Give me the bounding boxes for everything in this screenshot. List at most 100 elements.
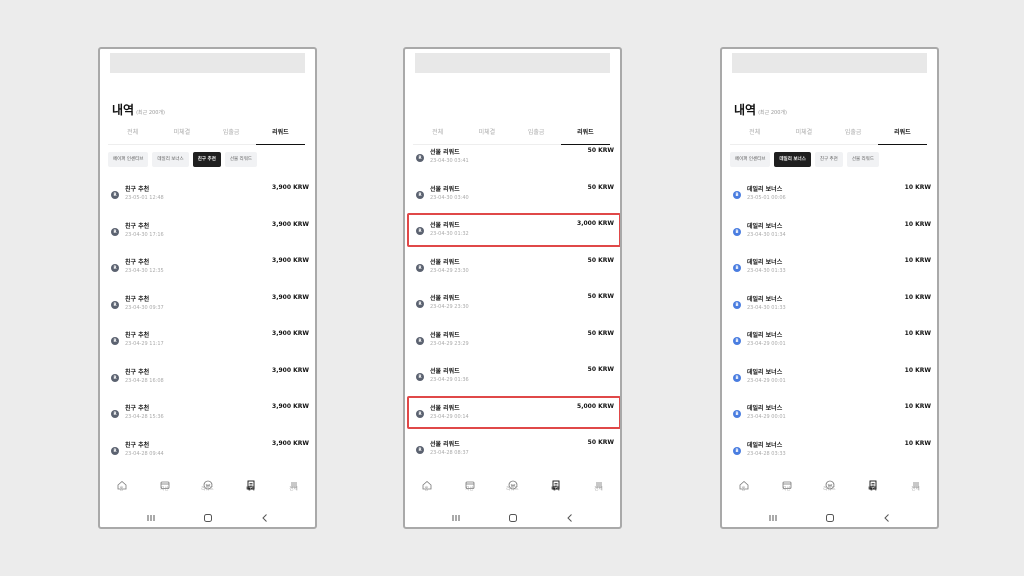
item-amount: 10 KRW: [904, 439, 931, 447]
reward-badge-icon: B: [733, 410, 741, 418]
filter-chip-3[interactable]: 선물 리워드: [846, 152, 879, 167]
nav-item-4[interactable]: 전체: [577, 471, 620, 501]
recent-apps-icon[interactable]: [450, 509, 462, 521]
home-button-icon[interactable]: [202, 509, 214, 522]
tab-0[interactable]: 전체: [108, 125, 158, 145]
reward-badge-icon: R: [111, 264, 119, 272]
tab-3[interactable]: 리워드: [255, 125, 305, 145]
reward-filter-chips: 페이퍼 인센티브 데일리 보너스 친구 추천 선물 리워드: [108, 152, 257, 167]
item-timestamp: 23-04-28 16:08: [125, 377, 164, 384]
recent-apps-icon[interactable]: [767, 509, 779, 521]
list-item[interactable]: R 선물 리워드 23-04-30 03:41 50 KRW: [413, 141, 614, 178]
nav-item-3[interactable]: 내역: [534, 471, 577, 501]
item-amount: 10 KRW: [904, 257, 931, 264]
history-list: R 친구 추천 23-05-01 12:48 3,900 KRW R 친구 추천 23-04…: [108, 178, 309, 470]
filter-chip-2[interactable]: 친구 추천: [192, 152, 221, 167]
list-item[interactable]: R 선물 리워드 23-04-29 23:29 50 KRW: [413, 324, 614, 361]
list-item[interactable]: R 선물 리워드 23-04-30 03:40 50 KRW: [413, 178, 614, 215]
item-timestamp: 23-04-29 00:01: [747, 341, 786, 347]
list-item[interactable]: R 선물 리워드 23-04-28 08:37 50 KRW: [413, 433, 614, 470]
tab-2[interactable]: 입출금: [206, 125, 256, 145]
list-item[interactable]: B 데일리 보너스 23-04-30 01:34 10 KRW: [730, 215, 931, 252]
reward-badge-icon: B: [733, 373, 741, 382]
nav-item-2[interactable]: 리워드: [808, 471, 851, 501]
nav-item-0[interactable]: 홈: [100, 471, 143, 501]
nav-item-3[interactable]: 내역: [229, 471, 272, 501]
list-item[interactable]: R 선물 리워드 23-04-29 23:30 50 KRW: [413, 251, 614, 288]
list-item[interactable]: R 선물 리워드 23-04-29 00:14 5,000 KRW: [407, 395, 620, 434]
list-item[interactable]: R 선물 리워드 23-04-29 01:36 50 KRW: [413, 360, 614, 397]
filter-chip-1[interactable]: 데일리 보너스: [774, 152, 811, 167]
item-timestamp: 23-04-28 08:37: [430, 450, 469, 456]
filter-chip-3[interactable]: 선물 리워드: [224, 152, 257, 167]
recent-apps-icon[interactable]: [145, 509, 157, 521]
list-item[interactable]: B 데일리 보너스 23-04-29 00:01 10 KRW: [730, 361, 931, 398]
list-item[interactable]: R 선물 리워드 23-04-30 01:32 3,000 KRW: [407, 213, 620, 251]
nav-item-2[interactable]: 리워드: [186, 471, 229, 501]
list-item[interactable]: B 데일리 보너스 23-04-30 01:33 10 KRW: [730, 288, 931, 325]
list-item[interactable]: R 친구 추천 23-04-30 09:37 3,900 KRW: [108, 288, 309, 325]
list-item[interactable]: R 선물 리워드 23-04-29 23:30 50 KRW: [413, 287, 614, 324]
nav-item-1[interactable]: 자산: [765, 471, 808, 501]
reward-badge-icon: R: [111, 227, 119, 236]
tab-3[interactable]: 리워드: [877, 125, 927, 145]
item-timestamp: 23-04-29 11:17: [125, 341, 164, 347]
item-timestamp: 23-04-29 00:14: [430, 413, 469, 420]
tab-1[interactable]: 미체결: [157, 125, 207, 145]
back-icon[interactable]: [259, 509, 271, 522]
filter-chip-0[interactable]: 페이퍼 인센티브: [108, 152, 149, 167]
item-title: 선물 리워드: [430, 185, 460, 193]
item-title: 데일리 보너스: [747, 186, 783, 193]
list-item[interactable]: R 친구 추천 23-04-28 16:08 3,900 KRW: [108, 361, 309, 398]
list-item[interactable]: R 친구 추천 23-04-28 09:44 3,900 KRW: [108, 434, 309, 471]
nav-item-4[interactable]: 전체: [894, 471, 937, 501]
tab-2[interactable]: 입출금: [828, 125, 878, 145]
back-icon[interactable]: [881, 509, 893, 522]
nav-item-0[interactable]: 홈: [722, 471, 765, 501]
history-icon: [551, 475, 561, 490]
nav-item-4[interactable]: 전체: [272, 471, 315, 501]
item-amount: 3,000 KRW: [577, 220, 614, 227]
filter-chip-0[interactable]: 페이퍼 인센티브: [730, 152, 771, 167]
nav-item-3[interactable]: 내역: [851, 471, 894, 501]
page-title: 내역: [112, 103, 135, 117]
page-header: 내역 (최근 200개): [112, 99, 165, 118]
nav-label: 전체: [289, 487, 298, 492]
nav-item-0[interactable]: 홈: [405, 471, 448, 501]
nav-item-2[interactable]: 리워드: [491, 471, 534, 501]
list-item[interactable]: R 친구 추천 23-04-30 12:35 3,900 KRW: [108, 251, 309, 288]
item-amount: 10 KRW: [904, 293, 931, 301]
back-icon[interactable]: [564, 509, 576, 522]
item-timestamp: 23-04-30 12:35: [125, 268, 164, 274]
home-button-icon[interactable]: [824, 509, 836, 522]
item-amount: 50 KRW: [587, 147, 614, 154]
tab-0[interactable]: 전체: [730, 125, 780, 145]
list-item[interactable]: B 데일리 보너스 23-04-29 00:01 10 KRW: [730, 324, 931, 361]
history-tabs: 전체 미체결 입출금 리워드: [730, 125, 927, 145]
reward-badge-icon: R: [111, 191, 119, 199]
list-item[interactable]: R 친구 추천 23-05-01 12:48 3,900 KRW: [108, 178, 309, 215]
item-title: 친구 추천: [125, 186, 150, 193]
home-button-icon[interactable]: [507, 509, 519, 522]
item-title: 선물 리워드: [430, 404, 460, 412]
nav-item-1[interactable]: 자산: [448, 471, 491, 501]
list-item[interactable]: B 데일리 보너스 23-05-01 00:06 10 KRW: [730, 178, 931, 215]
filter-chip-1[interactable]: 데일리 보너스: [152, 152, 189, 167]
reward-badge-icon: B: [733, 300, 741, 309]
item-amount: 50 KRW: [587, 183, 614, 191]
item-timestamp: 23-04-30 03:40: [430, 194, 469, 201]
filter-chip-2[interactable]: 친구 추천: [814, 152, 843, 167]
bottom-nav: 홈 자산 리워드 내역 전체: [100, 471, 315, 501]
phone-screen-futures-reward: 내역(최근 200개) 전체미체결입출금리워드 R선물 리워드23-04-30 …: [403, 47, 622, 529]
nav-item-1[interactable]: 자산: [143, 471, 186, 501]
list-item[interactable]: R 친구 추천 23-04-30 17:16 3,900 KRW: [108, 215, 309, 252]
list-item[interactable]: R 친구 추천 23-04-28 15:36 3,900 KRW: [108, 397, 309, 434]
home-icon: [422, 475, 432, 490]
list-item[interactable]: B 데일리 보너스 23-04-28 03:33 10 KRW: [730, 434, 931, 471]
list-item[interactable]: B 데일리 보너스 23-04-30 01:33 10 KRW: [730, 251, 931, 288]
list-item[interactable]: R 친구 추천 23-04-29 11:17 3,900 KRW: [108, 324, 309, 361]
item-amount: 3,900 KRW: [272, 330, 309, 337]
list-item[interactable]: B 데일리 보너스 23-04-29 00:01 10 KRW: [730, 397, 931, 434]
tab-1[interactable]: 미체결: [779, 125, 829, 145]
history-icon: [246, 475, 256, 490]
